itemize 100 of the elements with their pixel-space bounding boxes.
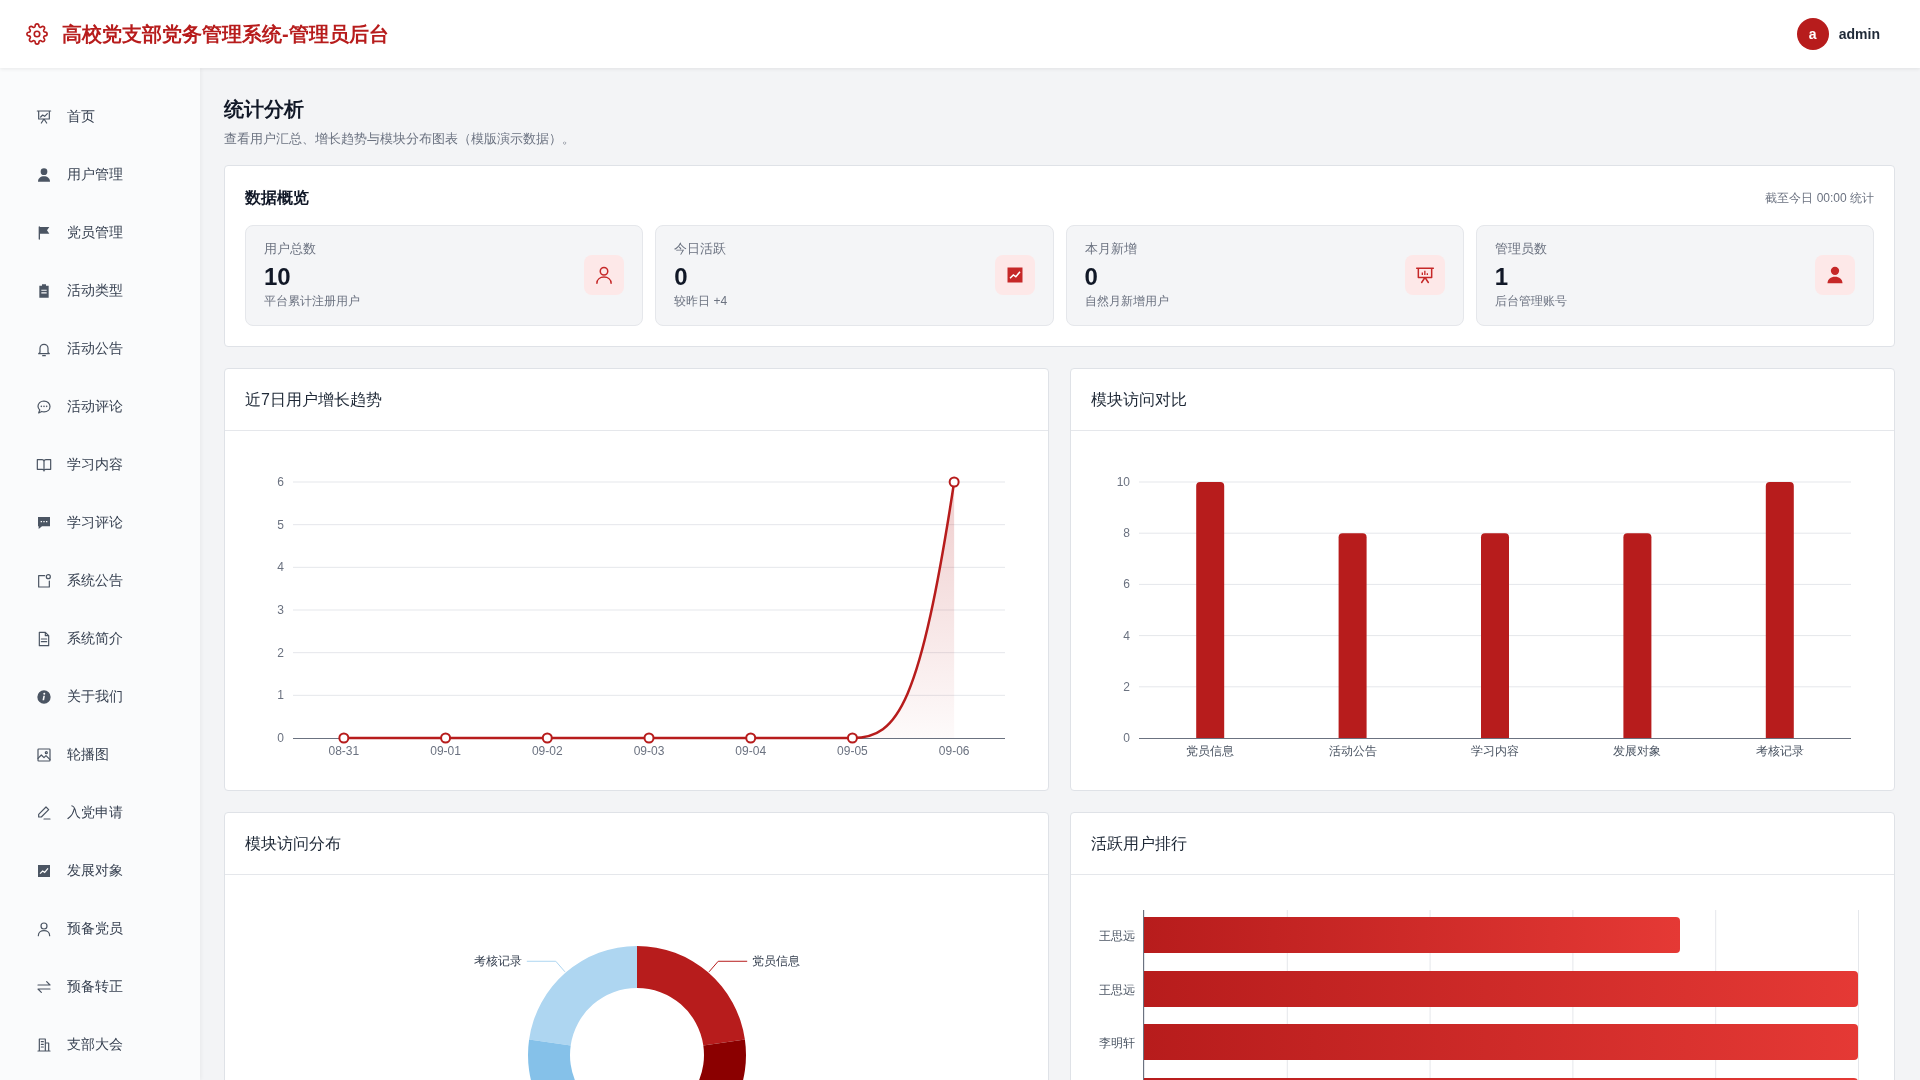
presentation-chart-icon (1404, 254, 1445, 295)
section-title: 数据概览 (245, 188, 309, 208)
user-avatar[interactable]: a (1796, 18, 1829, 50)
person-outline-icon (36, 921, 52, 937)
ranking-label: 李明轩 (1099, 1035, 1135, 1053)
axis-label: 09-05 (837, 744, 868, 758)
axis-label: 4 (277, 560, 284, 575)
sidebar-item[interactable]: 活动公告 (0, 320, 200, 378)
stat-value: 1 (1494, 262, 1510, 292)
axis-label: 09-03 (633, 744, 665, 758)
leader-line (526, 960, 566, 973)
sidebar-item[interactable]: 首页 (0, 88, 200, 146)
data-point (541, 732, 553, 744)
axis-label: 学习内容 (1471, 744, 1519, 758)
data-point (440, 732, 452, 744)
sidebar-item[interactable]: 系统简介 (0, 610, 200, 668)
info-icon (36, 689, 52, 705)
sidebar-item[interactable]: 系统公告 (0, 552, 200, 610)
axis-label: 09-06 (938, 744, 970, 758)
axis-label: 0 (277, 731, 284, 745)
page-title: 统计分析 (224, 97, 305, 122)
sidebar-item[interactable]: 轮播图 (0, 726, 200, 784)
data-point (745, 732, 757, 744)
building-icon (36, 1037, 52, 1053)
data-point (643, 732, 655, 744)
stat-value: 0 (674, 262, 689, 292)
sidebar-item[interactable]: 学习评论 (0, 494, 200, 552)
presentation-chart-icon (36, 109, 52, 125)
book-icon (36, 457, 52, 473)
slice-label: 考核记录 (473, 954, 522, 969)
axis-label: 09-01 (430, 744, 461, 758)
stat-caption: 自然月新增用户 (1084, 293, 1169, 309)
sidebar-item[interactable]: 入党申请 (0, 784, 200, 842)
page-subtitle: 查看用户汇总、增长趋势与模块分布图表（模版演示数据）。 (224, 130, 576, 148)
sidebar-item[interactable]: 发展对象 (0, 842, 200, 900)
sidebar-item[interactable]: 活动评论 (0, 378, 200, 436)
data-point (846, 732, 858, 744)
sidebar-item[interactable]: 学习内容 (0, 436, 200, 494)
stat-value: 10 (264, 262, 292, 292)
person-outline-icon (584, 254, 625, 295)
stat-label: 本月新增 (1084, 240, 1138, 258)
axis-label: 2 (1123, 679, 1130, 694)
sidebar-item[interactable]: 预备党员 (0, 900, 200, 958)
slice-label: 党员信息 (752, 954, 801, 969)
data-point (338, 732, 350, 744)
stat-label: 今日活跃 (674, 240, 728, 258)
comment-icon (36, 515, 52, 531)
axis-label: 8 (1123, 526, 1130, 541)
line-chart-icon (36, 863, 52, 879)
stat-label: 用户总数 (264, 240, 317, 258)
axis-label: 09-04 (735, 744, 767, 758)
app-title: 高校党支部党务管理系统-管理员后台 (62, 22, 389, 47)
stat-caption: 平台累计注册用户 (264, 293, 360, 309)
bell-icon (36, 341, 52, 357)
axis-label: 4 (1123, 628, 1130, 643)
sidebar-item[interactable]: 活动类型 (0, 262, 200, 320)
axis-label: 党员信息 (1186, 744, 1235, 758)
axis-label: 发展对象 (1613, 744, 1662, 758)
person-icon (1815, 254, 1855, 295)
axis-label: 2 (277, 645, 284, 660)
leader-line (708, 960, 748, 973)
axis-label: 6 (277, 475, 284, 489)
pen-icon (36, 805, 52, 821)
panel-title: 近7日用户增长趋势 (245, 389, 382, 410)
axis-label: 活动公告 (1328, 744, 1377, 758)
flag-icon (36, 225, 52, 241)
axis-label: 10 (1116, 475, 1130, 489)
panel-title: 模块访问对比 (1091, 389, 1187, 410)
stat-value: 0 (1084, 262, 1099, 292)
axis-label: 08-31 (328, 744, 360, 758)
axis-label: 3 (277, 603, 284, 617)
axis-label: 考核记录 (1755, 744, 1804, 758)
update-note: 截至今日 00:00 统计 (1765, 189, 1874, 207)
sidebar-item[interactable]: 用户管理 (0, 146, 200, 204)
sidebar-item[interactable]: 关于我们 (0, 668, 200, 726)
axis-label: 1 (277, 688, 284, 703)
swap-arrows-icon (36, 979, 52, 995)
user-name[interactable]: admin (1838, 26, 1880, 42)
panel-title: 活跃用户排行 (1091, 833, 1187, 854)
chat-bubble-icon (36, 399, 52, 415)
ranking-label: 王思远 (1099, 981, 1135, 999)
sidebar-item[interactable]: 支部大会 (0, 1016, 200, 1074)
sidebar-item[interactable]: 预备转正 (0, 958, 200, 1016)
person-icon (36, 167, 52, 183)
axis-label: 09-02 (531, 744, 563, 758)
axis-label: 0 (1123, 731, 1130, 745)
stat-caption: 较昨日 +4 (674, 293, 728, 309)
notification-icon (36, 573, 52, 589)
panel-title: 模块访问分布 (245, 833, 341, 854)
axis-label: 6 (1123, 577, 1130, 592)
document-icon (36, 631, 52, 647)
stat-caption: 后台管理账号 (1494, 293, 1567, 309)
clipboard-icon (36, 283, 52, 299)
line-chart-icon (994, 254, 1035, 295)
ranking-label: 王思远 (1099, 928, 1135, 946)
image-icon (36, 747, 52, 763)
axis-label: 5 (277, 517, 284, 532)
data-point (948, 476, 960, 488)
sidebar-item[interactable]: 党员管理 (0, 204, 200, 262)
stat-label: 管理员数 (1494, 240, 1548, 258)
